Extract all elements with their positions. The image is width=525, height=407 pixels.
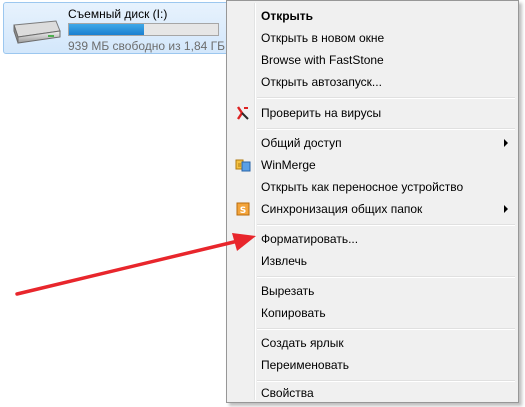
removable-drive-tile[interactable]: Съемный диск (I:) 939 МБ свободно из 1,8…: [3, 2, 229, 54]
menu-item-label: Общий доступ: [261, 136, 342, 150]
menu-item-open-new-window[interactable]: Открыть в новом окне: [229, 27, 516, 49]
menu-item-label: Открыть: [261, 9, 314, 23]
drive-usage-bar: [68, 23, 219, 36]
menu-item-label: Переименовать: [261, 358, 349, 372]
menu-item-sync-folders[interactable]: S Синхронизация общих папок: [229, 198, 516, 220]
menu-item-eject[interactable]: Извлечь: [229, 250, 516, 272]
annotation-arrow-shaft: [15, 239, 240, 296]
drive-name: Съемный диск (I:): [68, 7, 168, 21]
menu-item-label: Синхронизация общих папок: [261, 202, 423, 216]
menu-item-open-autoplay[interactable]: Открыть автозапуск...: [229, 71, 516, 93]
menu-item-format[interactable]: Форматировать...: [229, 228, 516, 250]
menu-item-open[interactable]: Открыть: [229, 5, 516, 27]
menu-item-create-shortcut[interactable]: Создать ярлык: [229, 332, 516, 354]
menu-item-browse-faststone[interactable]: Browse with FastStone: [229, 49, 516, 71]
menu-separator: [257, 328, 515, 330]
menu-separator: [257, 224, 515, 226]
menu-item-label: Копировать: [261, 306, 326, 320]
menu-item-sharing[interactable]: Общий доступ: [229, 132, 516, 154]
menu-item-label: Открыть как переносное устройство: [261, 180, 464, 194]
menu-item-winmerge[interactable]: WinMerge: [229, 154, 516, 176]
menu-item-label: Свойства: [261, 386, 314, 400]
context-menu: Открыть Открыть в новом окне Browse with…: [226, 0, 519, 403]
menu-item-label: Создать ярлык: [261, 336, 344, 350]
menu-item-label: Открыть автозапуск...: [261, 75, 382, 89]
submenu-arrow-icon: [504, 139, 508, 147]
menu-item-open-portable[interactable]: Открыть как переносное устройство: [229, 176, 516, 198]
menu-item-copy[interactable]: Копировать: [229, 302, 516, 324]
menu-item-label: Форматировать...: [261, 232, 359, 246]
svg-text:S: S: [240, 206, 246, 216]
menu-separator: [257, 128, 515, 130]
sync-folders-icon: S: [235, 201, 251, 217]
kaspersky-icon: [235, 105, 251, 121]
drive-usage-fill: [69, 24, 144, 35]
menu-item-label: Открыть в новом окне: [261, 31, 385, 45]
menu-item-label: WinMerge: [261, 158, 316, 172]
submenu-arrow-icon: [504, 205, 508, 213]
menu-separator: [257, 276, 515, 278]
menu-item-label: Извлечь: [261, 254, 308, 268]
menu-item-cut[interactable]: Вырезать: [229, 280, 516, 302]
menu-separator: [257, 97, 515, 99]
menu-item-rename[interactable]: Переименовать: [229, 354, 516, 376]
menu-item-scan-viruses[interactable]: Проверить на вирусы: [229, 102, 516, 124]
usb-drive-icon: [10, 17, 62, 45]
winmerge-icon: [235, 157, 251, 173]
menu-item-properties[interactable]: Свойства: [229, 382, 516, 404]
menu-item-label: Проверить на вирусы: [261, 106, 382, 120]
menu-item-label: Вырезать: [261, 284, 315, 298]
drive-free-space: 939 МБ свободно из 1,84 ГБ: [68, 39, 225, 53]
menu-item-label: Browse with FastStone: [261, 53, 384, 67]
